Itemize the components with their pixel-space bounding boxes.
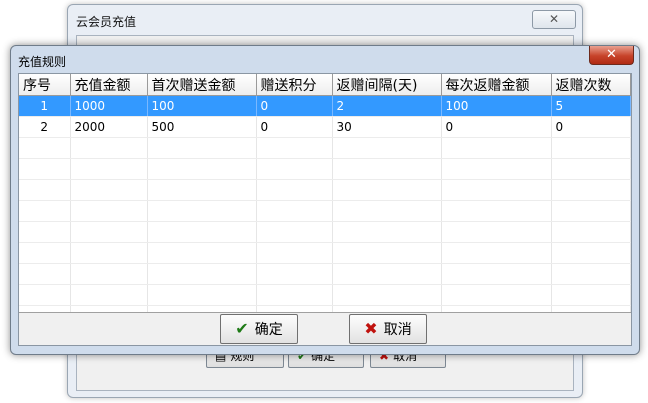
table-cell: 0 — [551, 116, 631, 138]
dialog-close-button[interactable]: ✕ — [589, 46, 634, 65]
table-cell: 500 — [147, 116, 257, 138]
empty-row — [19, 305, 631, 312]
cancel-button[interactable]: ✖ 取消 — [349, 314, 427, 344]
empty-row — [19, 263, 631, 285]
table-row[interactable]: 2 2000 500 0 30 0 0 — [19, 116, 631, 138]
column-header[interactable]: 每次返赠金额 — [441, 74, 552, 96]
column-header[interactable]: 序号 — [19, 74, 71, 96]
background-close-button[interactable]: ✕ — [532, 10, 576, 29]
table-cell: 1 — [19, 95, 71, 117]
table-cell: 0 — [256, 116, 333, 138]
ok-button-label: 确定 — [254, 322, 283, 338]
cross-icon: ✖ — [364, 319, 378, 338]
empty-row — [19, 221, 631, 243]
cancel-button-label: 取消 — [383, 322, 412, 338]
empty-row — [19, 200, 631, 222]
empty-row — [19, 284, 631, 306]
empty-row — [19, 242, 631, 264]
table-cell: 2 — [332, 95, 442, 117]
column-header[interactable]: 首次赠送金额 — [147, 74, 257, 96]
table-cell: 5 — [551, 95, 631, 117]
column-header[interactable]: 赠送积分 — [256, 74, 333, 96]
check-icon: ✔ — [235, 319, 249, 338]
table-row[interactable]: 1 1000 100 0 2 100 5 — [19, 95, 631, 117]
table-cell: 100 — [147, 95, 257, 117]
table-cell: 2000 — [70, 116, 148, 138]
column-header[interactable]: 充值金额 — [70, 74, 148, 96]
table-cell: 1000 — [70, 95, 148, 117]
dialog-body: 序号 充值金额 首次赠送金额 赠送积分 返赠间隔(天) 每次返赠金额 返赠次数 … — [18, 73, 632, 346]
rules-table: 序号 充值金额 首次赠送金额 赠送积分 返赠间隔(天) 每次返赠金额 返赠次数 … — [19, 74, 631, 312]
table-header-row: 序号 充值金额 首次赠送金额 赠送积分 返赠间隔(天) 每次返赠金额 返赠次数 — [19, 74, 631, 96]
close-icon: ✕ — [548, 12, 560, 26]
recharge-rules-dialog: 充值规则 ✕ 序号 充值金额 首次赠送金额 赠送积分 返赠间隔(天) 每次返赠金… — [10, 45, 640, 355]
rules-grid[interactable]: 序号 充值金额 首次赠送金额 赠送积分 返赠间隔(天) 每次返赠金额 返赠次数 … — [19, 74, 631, 313]
close-icon: ✕ — [606, 47, 617, 62]
ok-button[interactable]: ✔ 确定 — [220, 314, 298, 344]
dialog-title: 充值规则 — [18, 55, 67, 69]
table-cell: 100 — [441, 95, 552, 117]
table-cell: 0 — [256, 95, 333, 117]
column-header[interactable]: 返赠间隔(天) — [332, 74, 442, 96]
empty-row — [19, 179, 631, 201]
background-window-title: 云会员充值 — [76, 15, 137, 29]
table-cell: 2 — [19, 116, 71, 138]
column-header[interactable]: 返赠次数 — [551, 74, 631, 96]
table-cell: 30 — [332, 116, 442, 138]
empty-row — [19, 137, 631, 159]
empty-row — [19, 158, 631, 180]
table-cell: 0 — [441, 116, 552, 138]
